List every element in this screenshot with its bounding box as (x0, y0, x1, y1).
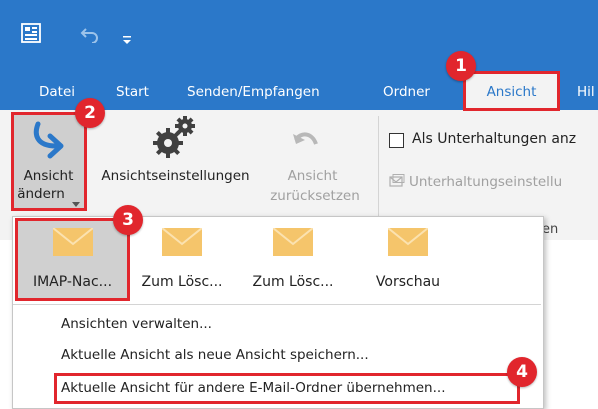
step-badge-4: 4 (507, 357, 537, 387)
highlight-box-apply-view (54, 373, 520, 404)
step-badge-2: 2 (75, 98, 105, 128)
reset-view-label-line1: Ansicht (287, 168, 338, 184)
quick-access-icon[interactable] (20, 22, 42, 44)
gallery-item-vorschau[interactable]: Vorschau (357, 220, 459, 300)
menu-item-save-view[interactable]: Aktuelle Ansicht als neue Ansicht speich… (61, 347, 369, 363)
gallery-label: Vorschau (375, 274, 441, 290)
tab-ordner[interactable]: Ordner (383, 74, 430, 110)
envelope-icon (387, 227, 429, 260)
tab-start[interactable]: Start (116, 74, 149, 110)
ribbon-group-label-fragment: en (542, 222, 559, 237)
tab-hilfe[interactable]: Hil (577, 74, 595, 110)
undo-icon[interactable] (80, 25, 100, 44)
gallery-item-zum-loeschen-2[interactable]: Zum Lösc... (242, 220, 344, 300)
highlight-box-tab-ansicht (463, 71, 560, 111)
gallery-item-zum-loeschen-1[interactable]: Zum Lösc... (131, 220, 233, 300)
envelope-icon (272, 227, 314, 260)
step-badge-1: 1 (446, 51, 476, 81)
step-badge-3: 3 (113, 205, 143, 235)
gallery-label: Zum Lösc... (141, 274, 223, 290)
customize-quick-access-icon[interactable] (122, 30, 132, 44)
conversations-checkbox[interactable] (389, 133, 404, 148)
reset-view-label-line2: zurücksetzen (270, 188, 360, 204)
conversation-settings-label: Unterhaltungseinstellu (409, 174, 563, 190)
view-settings-label[interactable]: Ansichtseinstellungen (88, 168, 263, 184)
menu-item-manage-views[interactable]: Ansichten verwalten... (61, 316, 212, 332)
highlight-box-change-view (11, 112, 87, 211)
gallery-label: Zum Lösc... (252, 274, 334, 290)
conversation-settings-icon (389, 173, 405, 187)
envelope-icon (161, 227, 203, 260)
reset-view-icon (292, 130, 320, 154)
conversations-checkbox-label: Als Unterhaltungen anz (412, 131, 577, 147)
tab-senden-empfangen[interactable]: Senden/Empfangen (187, 74, 320, 110)
gallery-divider (13, 304, 541, 305)
gears-icon (150, 115, 198, 161)
tab-datei[interactable]: Datei (39, 74, 75, 110)
highlight-box-imap (15, 218, 130, 301)
